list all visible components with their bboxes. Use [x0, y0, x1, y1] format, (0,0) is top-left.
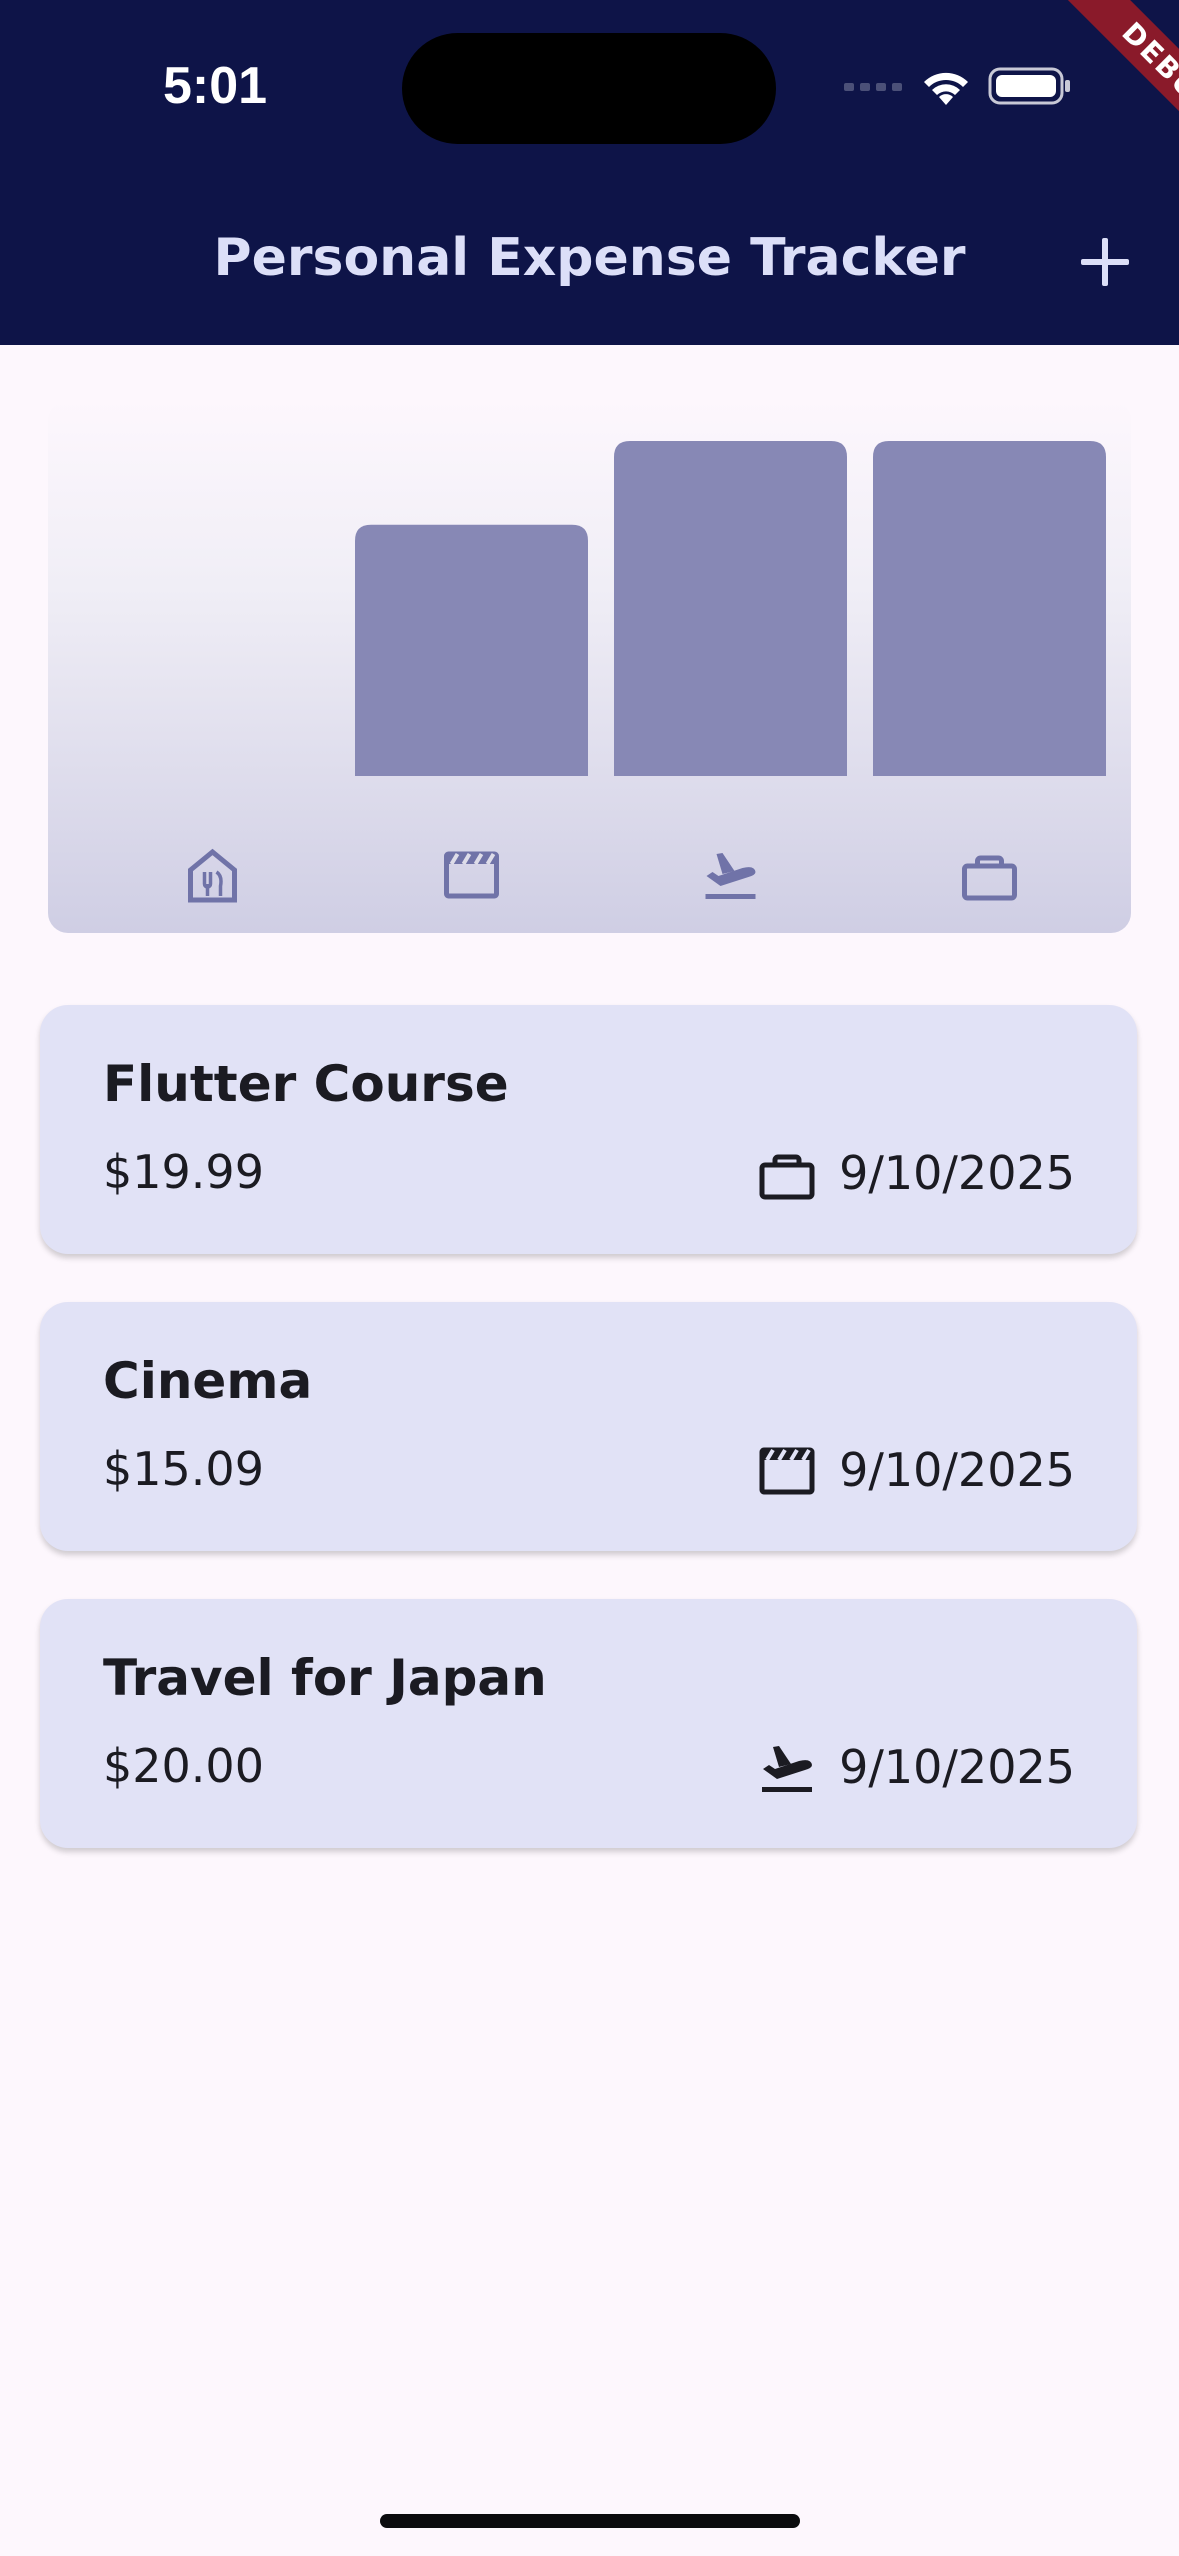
- app-bar: 5:01 DEBUG Personal Expense Tracker: [0, 0, 1179, 345]
- expense-date: 9/10/2025: [839, 1443, 1075, 1497]
- plus-icon[interactable]: [1075, 232, 1135, 292]
- expense-date: 9/10/2025: [839, 1740, 1075, 1794]
- chart-bar-work: [873, 441, 1106, 776]
- expense-date: 9/10/2025: [839, 1146, 1075, 1200]
- dynamic-island: [402, 33, 776, 144]
- cellular-signal-icon: [844, 83, 902, 91]
- debug-label: DEBUG: [1047, 0, 1179, 180]
- expense-amount: $15.09: [103, 1442, 264, 1496]
- expense-title: Cinema: [103, 1352, 313, 1410]
- chart-bar-leisure: [355, 524, 588, 776]
- expense-meta: 9/10/2025: [757, 1737, 1075, 1797]
- leisure-icon: [759, 1447, 815, 1495]
- expense-chart: [48, 400, 1131, 933]
- work-icon: [759, 1154, 815, 1200]
- expense-title: Flutter Course: [103, 1055, 509, 1113]
- expense-meta: 9/10/2025: [757, 1440, 1075, 1500]
- chart-bar-travel: [614, 441, 847, 776]
- expense-card[interactable]: Travel for Japan $20.00 9/10/2025: [40, 1599, 1137, 1848]
- expense-amount: $19.99: [103, 1145, 264, 1199]
- expense-card[interactable]: Flutter Course $19.99 9/10/2025: [40, 1005, 1137, 1254]
- app-title: Personal Expense Tracker: [213, 228, 966, 288]
- wifi-icon: [924, 72, 968, 105]
- travel-icon: [762, 1746, 813, 1792]
- chart-plot: [188, 441, 1106, 903]
- expense-card[interactable]: Cinema $15.09 9/10/2025: [40, 1302, 1137, 1551]
- home-indicator: [380, 2514, 800, 2528]
- expense-amount: $20.00: [103, 1739, 264, 1793]
- expense-meta: 9/10/2025: [757, 1143, 1075, 1203]
- leisure-icon: [444, 851, 499, 899]
- food-icon: [188, 848, 237, 903]
- expense-title: Travel for Japan: [103, 1649, 547, 1707]
- debug-banner: DEBUG: [999, 0, 1179, 180]
- travel-icon: [705, 853, 756, 899]
- status-time: 5:01: [163, 57, 268, 115]
- work-icon: [962, 855, 1017, 901]
